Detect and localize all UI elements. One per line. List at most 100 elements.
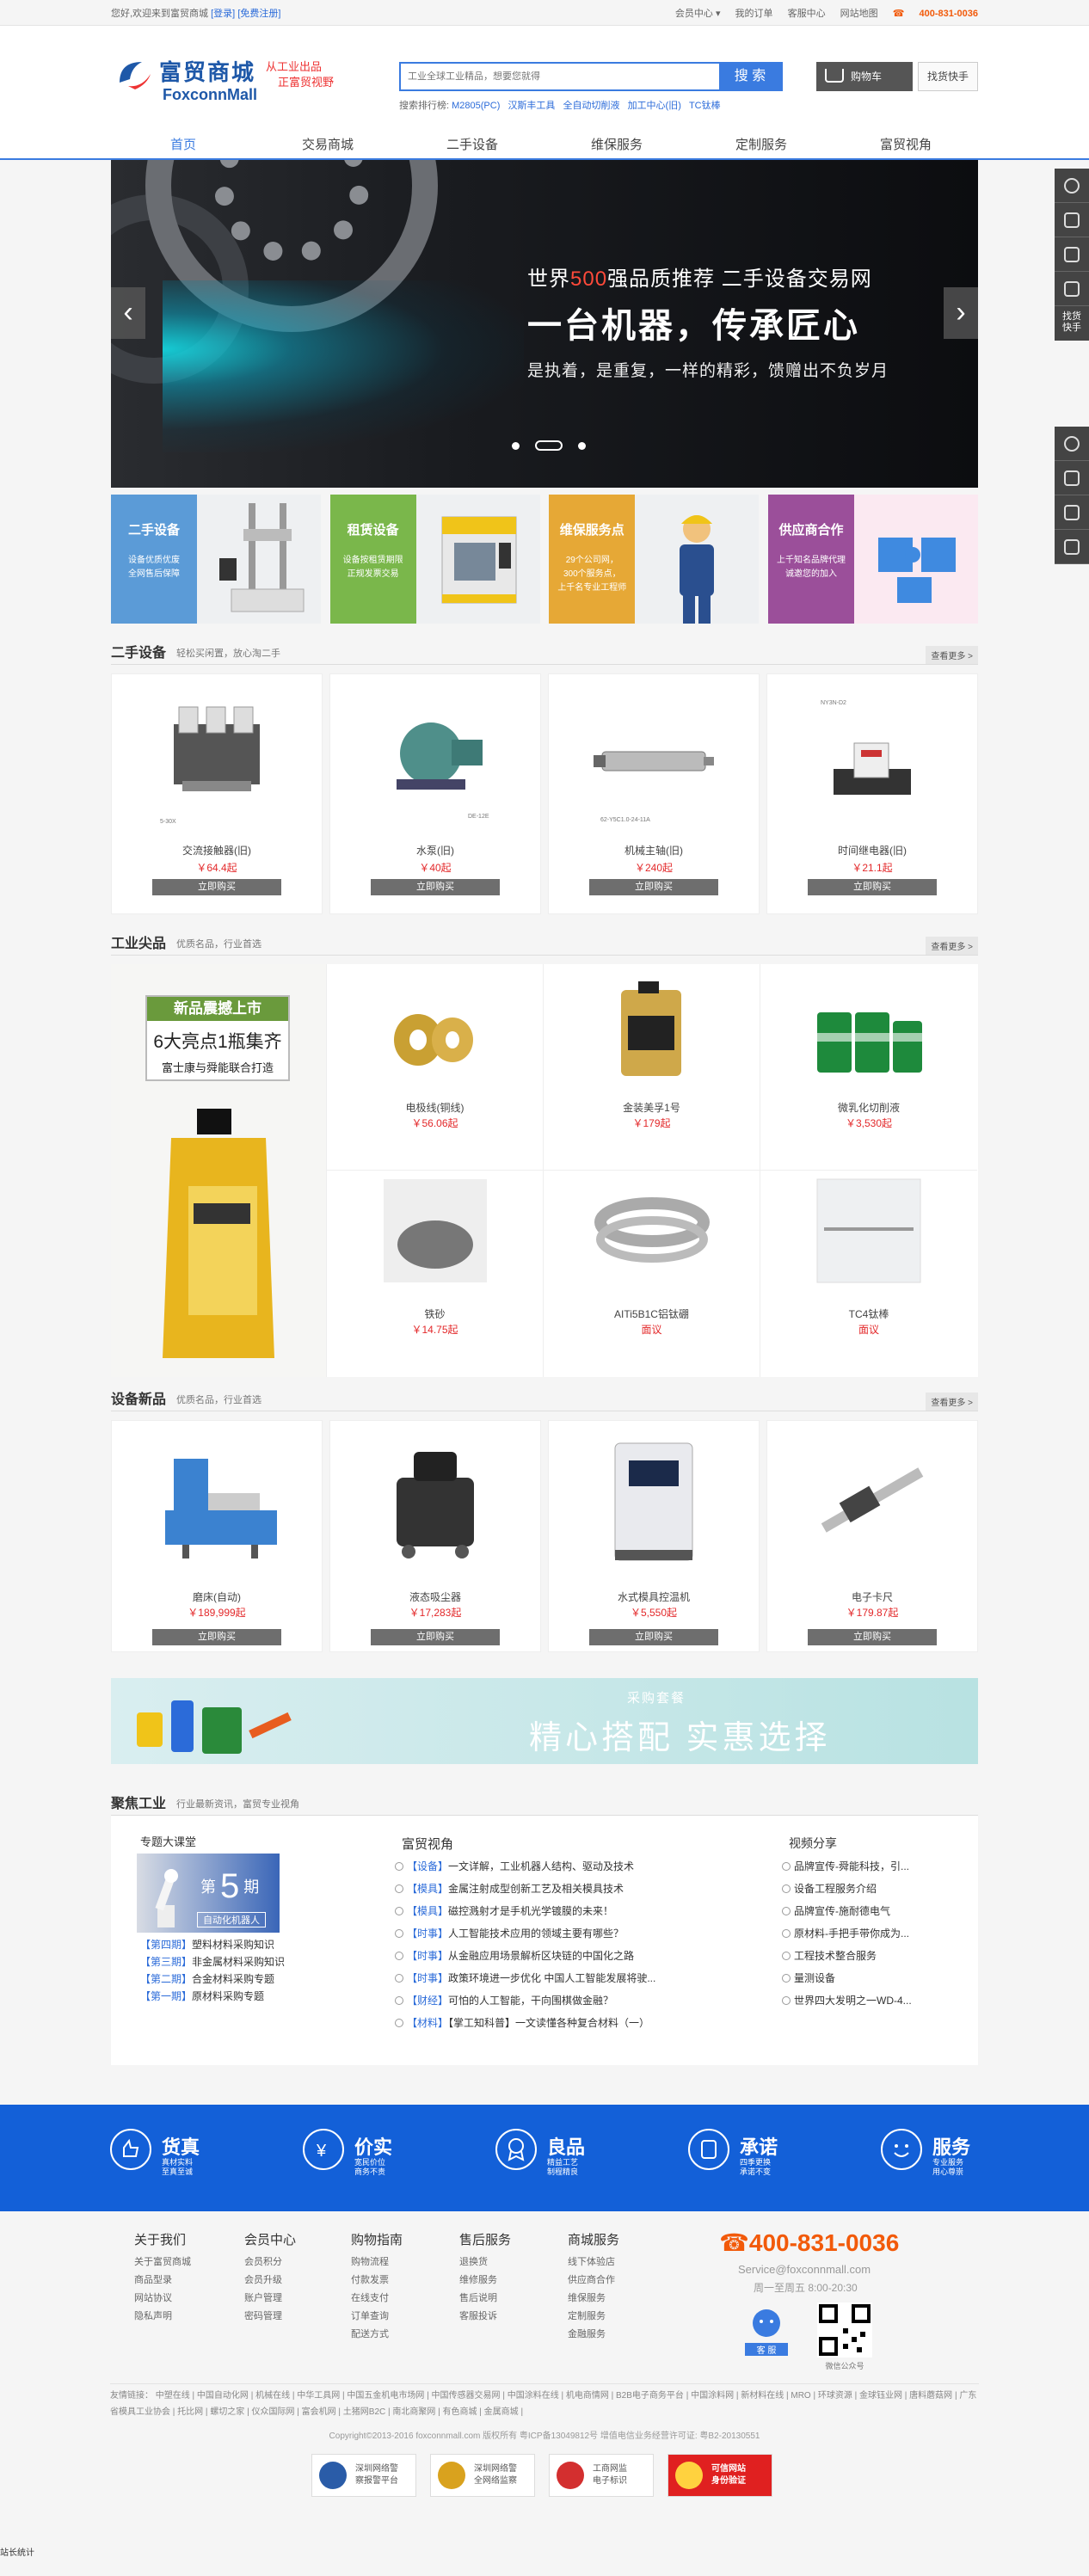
search-input[interactable]	[401, 64, 723, 89]
kefu-button[interactable]: 客 服	[745, 2306, 788, 2356]
friend-links[interactable]: 友情链接： 中塑在线 | 中国自动化网 | 机械在线 | 中华工具网 | 中国五…	[110, 2383, 979, 2420]
lecture-item[interactable]: 【第一期】原材料采购专题	[140, 1988, 312, 2005]
back-to-top-icon[interactable]	[1055, 530, 1089, 564]
footer-link[interactable]: 关于富贸商城	[134, 2253, 229, 2272]
member-center-link[interactable]: 会员中心 ▾	[675, 9, 721, 19]
banner-dot[interactable]	[512, 441, 520, 450]
product-card[interactable]: DE-12E 水泵(旧) ￥40起 立即购买	[329, 673, 541, 914]
cart-button[interactable]: 购物车	[816, 62, 913, 91]
product-cell[interactable]: TC4钛棒 面议	[760, 1171, 977, 1377]
banner-dot[interactable]	[578, 441, 586, 450]
footer-link[interactable]: 隐私声明	[134, 2308, 229, 2326]
user-icon[interactable]	[1055, 169, 1089, 203]
quick-find-button[interactable]: 找货快手	[1060, 306, 1084, 341]
lecture-item[interactable]: 【第二期】合金材料采购专题	[140, 1970, 312, 1988]
footer-link[interactable]: 购物流程	[351, 2253, 446, 2272]
news-item[interactable]: 【时事】政策环境进一步优化 中国人工智能发展将驶...	[395, 1967, 696, 1989]
news-item[interactable]: 【时事】人工智能技术应用的领域主要有哪些？	[395, 1922, 696, 1945]
product-card[interactable]: 电子卡尺 ￥179.87起 立即购买	[766, 1420, 978, 1652]
footer-link[interactable]: 维修服务	[459, 2272, 554, 2290]
news-item[interactable]: 【模具】金属注射成型创新工艺及相关模具技术	[395, 1878, 696, 1900]
site-logo[interactable]: 富贸商城 FoxconnMall 从工业出品 正富贸视野	[116, 52, 348, 107]
video-item[interactable]: 量测设备	[782, 1967, 954, 1989]
buy-now-button[interactable]: 立即购买	[589, 1629, 718, 1645]
buy-now-button[interactable]: 立即购买	[808, 1629, 937, 1645]
nav-used-equipment[interactable]: 二手设备	[400, 132, 544, 158]
product-card[interactable]: 62-Y5C1.0-24-11A 机械主轴(旧) ￥240起 立即购买	[548, 673, 760, 914]
service-center-link[interactable]: 客服中心	[788, 9, 826, 19]
hot-search-item[interactable]: M2805(PC)	[452, 101, 500, 111]
footer-link[interactable]: 定制服务	[568, 2308, 662, 2326]
search-button[interactable]: 搜 索	[719, 64, 781, 89]
footer-link[interactable]: 售后说明	[459, 2290, 554, 2308]
product-cell[interactable]: 铁砂 ￥14.75起	[327, 1171, 544, 1377]
product-cell[interactable]: 电极线(铜线) ￥56.06起	[327, 964, 544, 1171]
footer-link[interactable]: 账户管理	[244, 2290, 339, 2308]
footer-link[interactable]: 客服投诉	[459, 2308, 554, 2326]
footer-link[interactable]: 会员升级	[244, 2272, 339, 2290]
lecture-item[interactable]: 【第四期】塑料材料采购知识	[140, 1936, 312, 1953]
trust-badge[interactable]: 可信网站 身份验证	[668, 2454, 772, 2497]
product-cell[interactable]: 微乳化切削液 ￥3,530起	[760, 964, 977, 1171]
category-used-equipment[interactable]: 二手设备 设备优质优废 全网售后保障	[111, 495, 321, 624]
news-item[interactable]: 【材料】【掌工知科普】一文读懂各种复合材料（一）	[395, 2012, 696, 2034]
footer-link[interactable]: 订单查询	[351, 2308, 446, 2326]
favorites-icon[interactable]	[1055, 237, 1089, 272]
trust-badge[interactable]: 工商网监 电子标识	[549, 2454, 654, 2497]
buy-now-button[interactable]: 立即购买	[589, 879, 718, 895]
view-more-link[interactable]: 查看更多 >	[926, 937, 978, 955]
buy-now-button[interactable]: 立即购买	[808, 879, 937, 895]
footer-link[interactable]: 付款发票	[351, 2272, 446, 2290]
video-item[interactable]: 工程技术整合服务	[782, 1945, 954, 1967]
hot-search-item[interactable]: 汉斯丰工具	[508, 101, 555, 111]
footer-link[interactable]: 在线支付	[351, 2290, 446, 2308]
my-orders-link[interactable]: 我的订单	[735, 9, 773, 19]
nav-perspective[interactable]: 富贸视角	[834, 132, 978, 158]
banner-prev-button[interactable]: ‹	[111, 287, 145, 339]
nav-maintenance[interactable]: 维保服务	[544, 132, 689, 158]
featured-ad[interactable]: 新品震撼上市 6大亮点1瓶集齐 富士康与舜能联合打造	[111, 964, 327, 1377]
lecture-banner[interactable]: 第 5 期 自动化机器人	[137, 1854, 280, 1933]
promo-banner[interactable]: 采购套餐 精心搭配 实惠选择	[111, 1678, 978, 1764]
footer-link[interactable]: 会员积分	[244, 2253, 339, 2272]
nav-home[interactable]: 首页	[111, 132, 255, 158]
trust-badge[interactable]: 深圳网络警 全网络监察	[430, 2454, 535, 2497]
scan-icon[interactable]	[1055, 461, 1089, 495]
edit-icon[interactable]	[1055, 495, 1089, 530]
video-item[interactable]: 品牌宣传-舜能科技，引...	[782, 1855, 954, 1878]
banner-next-button[interactable]: ›	[944, 287, 978, 339]
find-goods-button[interactable]: 找货快手	[918, 62, 978, 91]
buy-now-button[interactable]: 立即购买	[152, 1629, 281, 1645]
view-more-link[interactable]: 查看更多 >	[926, 646, 978, 664]
product-cell[interactable]: 金装美孚1号 ￥179起	[544, 964, 760, 1171]
headset-icon[interactable]	[1055, 427, 1089, 461]
news-item[interactable]: 【模具】磁控溅射才是手机光学镀膜的未来！	[395, 1900, 696, 1922]
footer-link[interactable]: 网站协议	[134, 2290, 229, 2308]
product-card[interactable]: 液态吸尘器 ￥17,283起 立即购买	[329, 1420, 541, 1652]
site-stats-link[interactable]: 站长统计	[0, 2545, 34, 2558]
cart-side-icon[interactable]	[1055, 203, 1089, 237]
trust-badge[interactable]: 深圳网络警 察报警平台	[311, 2454, 416, 2497]
login-link[interactable]: [登录]	[211, 9, 235, 19]
category-supplier[interactable]: 供应商合作 上千知名品牌代理 诚邀您的加入	[767, 495, 978, 624]
video-item[interactable]: 原材料-手把手带你成为...	[782, 1922, 954, 1945]
product-cell[interactable]: AITi5B1C铝钛硼 面议	[544, 1171, 760, 1377]
footer-email[interactable]: Service@foxconnmall.com	[738, 2263, 871, 2276]
hot-search-item[interactable]: TC钛棒	[689, 101, 721, 111]
product-card[interactable]: 水式模具控温机 ￥5,550起 立即购买	[548, 1420, 760, 1652]
hero-banner[interactable]: 世界500强品质推荐 二手设备交易网 一台机器，传承匠心 是执着，是重复，一样的…	[111, 160, 978, 488]
hot-search-item[interactable]: 全自动切削液	[563, 101, 620, 111]
video-item[interactable]: 世界四大发明之一WD-4...	[782, 1989, 954, 2012]
news-item[interactable]: 【时事】从金融应用场景解析区块链的中国化之路	[395, 1945, 696, 1967]
buy-now-button[interactable]: 立即购买	[371, 879, 500, 895]
buy-now-button[interactable]: 立即购买	[152, 879, 281, 895]
nav-custom[interactable]: 定制服务	[689, 132, 834, 158]
video-item[interactable]: 品牌宣传-施耐德电气	[782, 1900, 954, 1922]
footer-link[interactable]: 退换货	[459, 2253, 554, 2272]
nav-mall[interactable]: 交易商城	[255, 132, 400, 158]
sitemap-link[interactable]: 网站地图	[840, 9, 878, 19]
footer-link[interactable]: 线下体验店	[568, 2253, 662, 2272]
category-rental[interactable]: 租赁设备 设备按租赁期限 正规发票交易	[329, 495, 540, 624]
footer-link[interactable]: 配送方式	[351, 2326, 446, 2344]
news-item[interactable]: 【财经】可怕的人工智能，干向围棋做金融？	[395, 1989, 696, 2012]
